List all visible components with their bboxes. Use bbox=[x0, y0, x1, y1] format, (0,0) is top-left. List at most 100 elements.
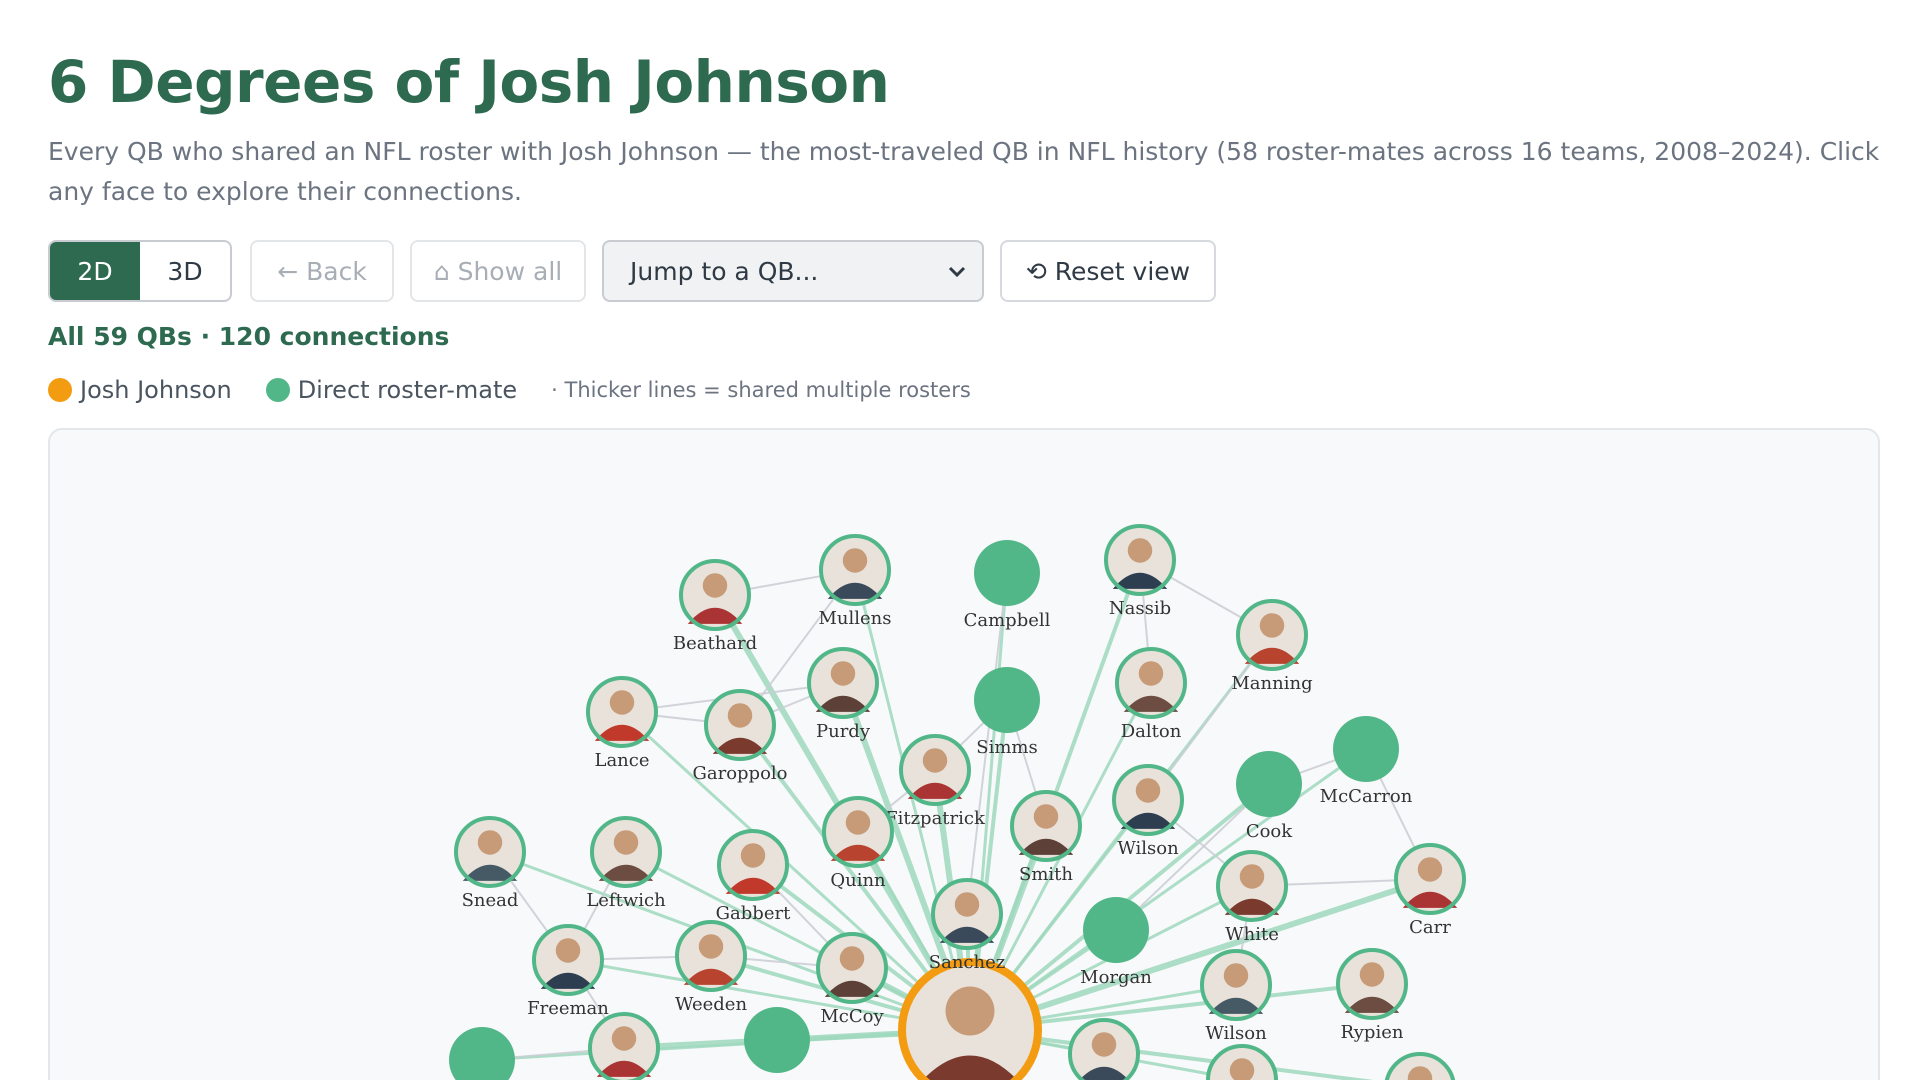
qb-face-rypien bbox=[1359, 962, 1385, 987]
qb-dot-mccarron bbox=[1333, 716, 1399, 782]
qb-node-morgan[interactable]: Morgan bbox=[1080, 897, 1152, 988]
jump-select-value: Jump to a QB... bbox=[630, 256, 819, 286]
qb-node-campbell[interactable]: Campbell bbox=[964, 540, 1051, 631]
qb-node-quinn[interactable]: Quinn bbox=[822, 796, 894, 891]
legend: Josh Johnson Direct roster-mate · Thicke… bbox=[48, 372, 971, 408]
direct-legend-dot bbox=[265, 378, 290, 402]
qb-label-wilson2: Wilson bbox=[1205, 1023, 1267, 1044]
qb-label-rypien: Rypien bbox=[1341, 1022, 1404, 1043]
qb-node-purdy[interactable]: Purdy bbox=[807, 647, 879, 742]
qb-label-dalton: Dalton bbox=[1121, 721, 1182, 742]
qb-node-carr[interactable]: Carr bbox=[1394, 843, 1466, 938]
network-graph[interactable]: Beathard Mullens Campbell Nassib Manning Purd… bbox=[48, 428, 1880, 1080]
qb-face-sanchez bbox=[954, 892, 980, 917]
qb-node-dalton[interactable]: Dalton bbox=[1115, 647, 1187, 742]
qb-node-simms[interactable]: Simms bbox=[974, 667, 1040, 758]
qb-face-lance bbox=[609, 690, 635, 715]
qb-label-wilson1: Wilson bbox=[1117, 838, 1179, 859]
qb-label-simms: Simms bbox=[976, 737, 1037, 758]
qb-node-garoppolo[interactable]: Garoppolo bbox=[692, 689, 788, 784]
qb-node-johnson[interactable] bbox=[898, 958, 1042, 1080]
qb-label-leftwich: Leftwich bbox=[586, 890, 666, 911]
qb-node-extra4[interactable] bbox=[1206, 1044, 1278, 1080]
qb-node-mccoy[interactable]: McCoy bbox=[816, 932, 888, 1027]
qb-node-extra3[interactable] bbox=[1068, 1018, 1140, 1080]
back-button[interactable]: ← Back bbox=[250, 240, 394, 302]
qb-face-white bbox=[1239, 864, 1265, 889]
qb-face-purdy bbox=[830, 661, 856, 686]
qb-label-beathard: Beathard bbox=[673, 633, 757, 654]
qb-node-manning[interactable]: Manning bbox=[1231, 599, 1313, 694]
qb-face-fitzpatrick bbox=[922, 748, 948, 773]
qb-face-dalton bbox=[1138, 661, 1164, 686]
qb-face-wilson1 bbox=[1135, 778, 1161, 803]
qb-face-leftwich bbox=[613, 830, 639, 855]
qb-node-weeden[interactable]: Weeden bbox=[675, 920, 748, 1015]
qb-node-lance[interactable]: Lance bbox=[586, 676, 658, 771]
qb-face-carr bbox=[1417, 857, 1443, 882]
qb-dot-cook bbox=[1236, 751, 1302, 817]
qb-node-rypien[interactable]: Rypien bbox=[1336, 948, 1408, 1043]
qb-face-weeden bbox=[698, 934, 724, 959]
page-subtitle: Every QB who shared an NFL roster with J… bbox=[48, 137, 1880, 206]
qb-node-cook[interactable]: Cook bbox=[1236, 751, 1302, 842]
qb-label-campbell: Campbell bbox=[964, 610, 1051, 631]
qb-label-purdy: Purdy bbox=[816, 721, 871, 742]
qb-label-smith: Smith bbox=[1019, 864, 1073, 885]
qb-node-mullens[interactable]: Mullens bbox=[818, 534, 892, 629]
qb-label-mccarron: McCarron bbox=[1320, 786, 1413, 807]
legend-direct-label: Direct roster-mate bbox=[297, 376, 518, 404]
qb-dot-carpenter bbox=[744, 1007, 810, 1073]
qb-node-sanchez[interactable]: Sanchez bbox=[929, 878, 1005, 973]
qb-face-snead bbox=[477, 830, 503, 855]
qb-label-white: White bbox=[1225, 924, 1279, 945]
qb-node-extra5[interactable] bbox=[1384, 1052, 1456, 1080]
qb-dot-extra1 bbox=[449, 1027, 515, 1080]
qb-node-beathard[interactable]: Beathard bbox=[673, 559, 757, 654]
qb-label-fitzpatrick: Fitzpatrick bbox=[885, 808, 986, 829]
jump-to-qb-select[interactable]: Jump to a QB... bbox=[602, 240, 984, 302]
qb-face-mccoy bbox=[839, 946, 865, 971]
qb-label-weeden: Weeden bbox=[675, 994, 748, 1015]
qb-node-white[interactable]: White bbox=[1216, 850, 1288, 945]
qb-node-wilson1[interactable]: Wilson bbox=[1112, 764, 1184, 859]
qb-face-johnson bbox=[945, 986, 995, 1036]
qb-face-quinn bbox=[845, 810, 871, 835]
qb-node-freeman[interactable]: Freeman bbox=[527, 924, 609, 1019]
center-legend-dot bbox=[48, 378, 72, 402]
qb-face-garoppolo bbox=[727, 703, 753, 728]
qb-node-snead[interactable]: Snead bbox=[454, 816, 526, 911]
qb-node-carpenter[interactable]: Carpenter bbox=[730, 1007, 824, 1080]
qb-label-cook: Cook bbox=[1246, 821, 1293, 842]
qb-node-extra1[interactable] bbox=[449, 1027, 515, 1080]
qb-label-gabbert: Gabbert bbox=[716, 903, 791, 924]
qb-label-snead: Snead bbox=[462, 890, 519, 911]
qb-face-beathard bbox=[702, 573, 728, 598]
qb-face-manning bbox=[1259, 613, 1285, 638]
qb-label-morgan: Morgan bbox=[1080, 967, 1152, 988]
qb-face-gabbert bbox=[740, 843, 766, 868]
qb-node-wilson2[interactable]: Wilson bbox=[1200, 949, 1272, 1044]
qb-dot-simms bbox=[974, 667, 1040, 733]
qb-label-mullens: Mullens bbox=[818, 608, 891, 629]
qb-label-freeman: Freeman bbox=[527, 998, 609, 1019]
qb-node-leftwich[interactable]: Leftwich bbox=[586, 816, 666, 911]
view-2d-button[interactable]: 2D bbox=[50, 242, 140, 300]
qb-face-wilson2 bbox=[1223, 963, 1249, 988]
qb-node-nassib[interactable]: Nassib bbox=[1104, 524, 1176, 619]
view-3d-button[interactable]: 3D bbox=[140, 242, 230, 300]
reset-view-button[interactable]: ⟲ Reset view bbox=[1000, 240, 1216, 302]
qb-node-smith[interactable]: Smith bbox=[1010, 790, 1082, 885]
qb-face-mullens bbox=[842, 548, 868, 573]
qb-node-extra2[interactable] bbox=[588, 1012, 660, 1080]
qb-label-sanchez: Sanchez bbox=[929, 952, 1005, 973]
node-layer: Beathard Mullens Campbell Nassib Manning Purd… bbox=[449, 524, 1466, 1080]
legend-center-label: Josh Johnson bbox=[80, 376, 232, 404]
qb-label-manning: Manning bbox=[1231, 673, 1312, 694]
qb-label-quinn: Quinn bbox=[830, 870, 886, 891]
graph-canvas[interactable]: Beathard Mullens Campbell Nassib Manning Purd… bbox=[50, 430, 1880, 1080]
qb-label-carr: Carr bbox=[1409, 917, 1451, 938]
qb-node-gabbert[interactable]: Gabbert bbox=[716, 829, 791, 924]
chevron-down-icon bbox=[948, 266, 966, 278]
show-all-button[interactable]: ⌂ Show all bbox=[410, 240, 586, 302]
